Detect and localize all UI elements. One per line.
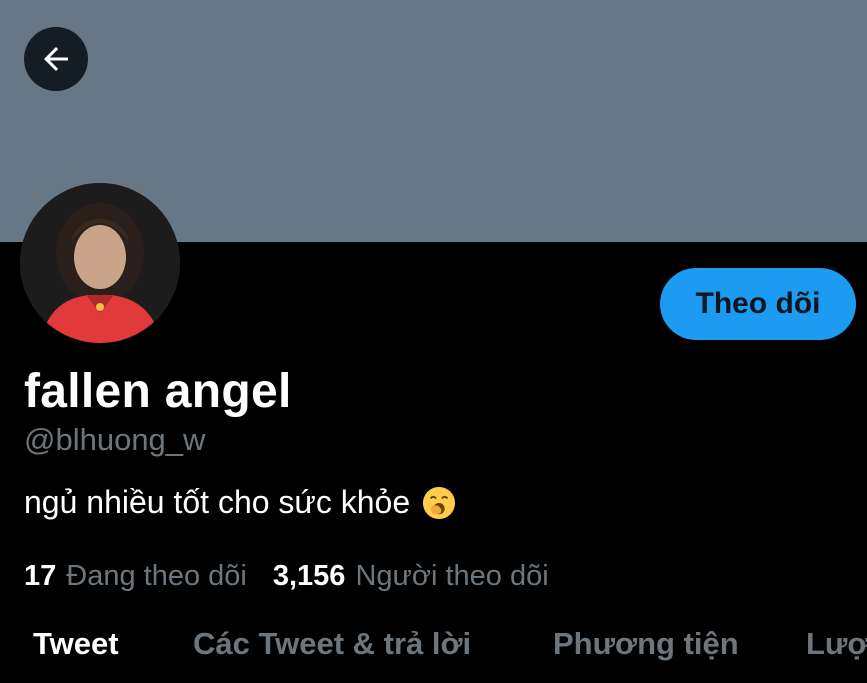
avatar-image — [20, 183, 180, 343]
tab-tweets[interactable]: Tweet — [33, 626, 119, 662]
following-stat[interactable]: 17 Đang theo dõi — [24, 560, 247, 593]
following-label: Đang theo dõi — [66, 560, 247, 592]
follow-button[interactable]: Theo dõi — [660, 268, 856, 340]
followers-label: Người theo dõi — [355, 560, 549, 592]
following-count: 17 — [24, 560, 57, 592]
tab-likes[interactable]: Lượt — [806, 626, 867, 662]
back-button[interactable] — [24, 27, 88, 91]
profile-stats: 17 Đang theo dõi 3,156 Người theo dõi — [24, 560, 575, 593]
avatar[interactable] — [20, 183, 180, 343]
followers-stat[interactable]: 3,156 Người theo dõi — [273, 560, 549, 593]
arrow-left-icon — [44, 47, 68, 71]
yawning-face-emoji-icon — [423, 486, 456, 519]
display-name: fallen angel — [24, 365, 292, 418]
tab-media[interactable]: Phương tiện — [553, 626, 739, 662]
followers-count: 3,156 — [272, 560, 346, 592]
user-handle: @blhuong_w — [24, 422, 206, 457]
profile-tabs: Tweet Các Tweet & trả lời Phương tiện Lư… — [0, 618, 867, 683]
bio-text: ngủ nhiều tốt cho sức khỏe — [24, 484, 411, 520]
bio: ngủ nhiều tốt cho sức khỏe — [24, 484, 456, 521]
tab-tweets-and-replies[interactable]: Các Tweet & trả lời — [193, 626, 471, 662]
